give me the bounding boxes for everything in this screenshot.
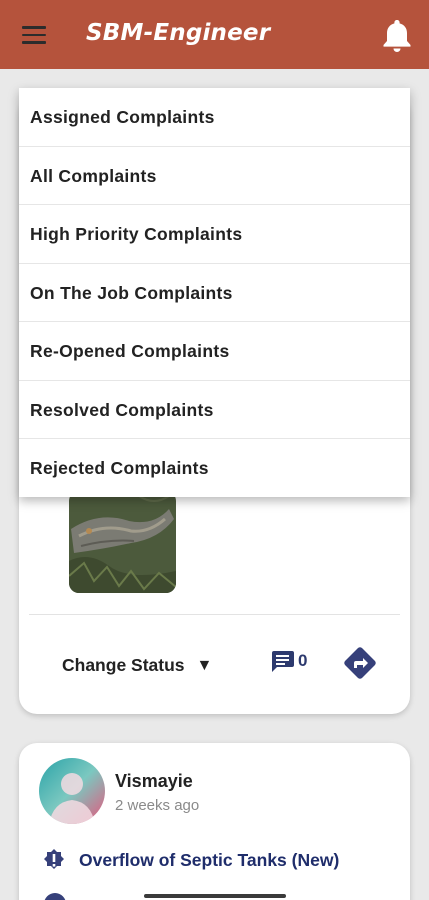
directions-button[interactable]: [343, 646, 377, 685]
change-status-dropdown[interactable]: Change Status ▼: [62, 655, 212, 676]
comment-button[interactable]: 0: [269, 649, 307, 673]
directions-icon: [344, 647, 376, 679]
menu-item-all[interactable]: All Complaints: [19, 147, 410, 205]
divider: [29, 614, 400, 615]
bell-icon[interactable]: [381, 18, 413, 52]
app-title: SBM-Engineer: [86, 20, 271, 46]
menu-item-rejected[interactable]: Rejected Complaints: [19, 439, 410, 498]
alert-icon: [41, 847, 67, 878]
menu-item-re-opened[interactable]: Re-Opened Complaints: [19, 322, 410, 381]
menu-item-high-priority[interactable]: High Priority Complaints: [19, 205, 410, 264]
comment-count: 0: [298, 651, 308, 670]
user-name: Vismayie: [115, 771, 193, 791]
change-status-label: Change Status: [62, 655, 185, 675]
hamburger-menu-icon[interactable]: [22, 26, 46, 44]
menu-item-resolved[interactable]: Resolved Complaints: [19, 381, 410, 439]
complaint-title[interactable]: Overflow of Septic Tanks (New): [79, 850, 339, 871]
posted-time: 2 weeks ago: [115, 797, 200, 814]
complaint-filter-menu: Assigned Complaints All Complaints High …: [19, 88, 410, 497]
app-bar: SBM-Engineer: [0, 0, 429, 69]
avatar: [39, 758, 105, 824]
complaint-card: Vismayie 2 weeks ago Overflow of Septic …: [19, 743, 410, 900]
chevron-down-icon: ▼: [196, 656, 213, 674]
category-icon: [44, 893, 66, 900]
menu-item-assigned[interactable]: Assigned Complaints: [19, 88, 410, 147]
complaint-photo[interactable]: [69, 491, 176, 593]
gesture-nav-handle[interactable]: [144, 894, 286, 898]
comment-icon: [272, 651, 294, 672]
menu-item-on-the-job[interactable]: On The Job Complaints: [19, 264, 410, 322]
